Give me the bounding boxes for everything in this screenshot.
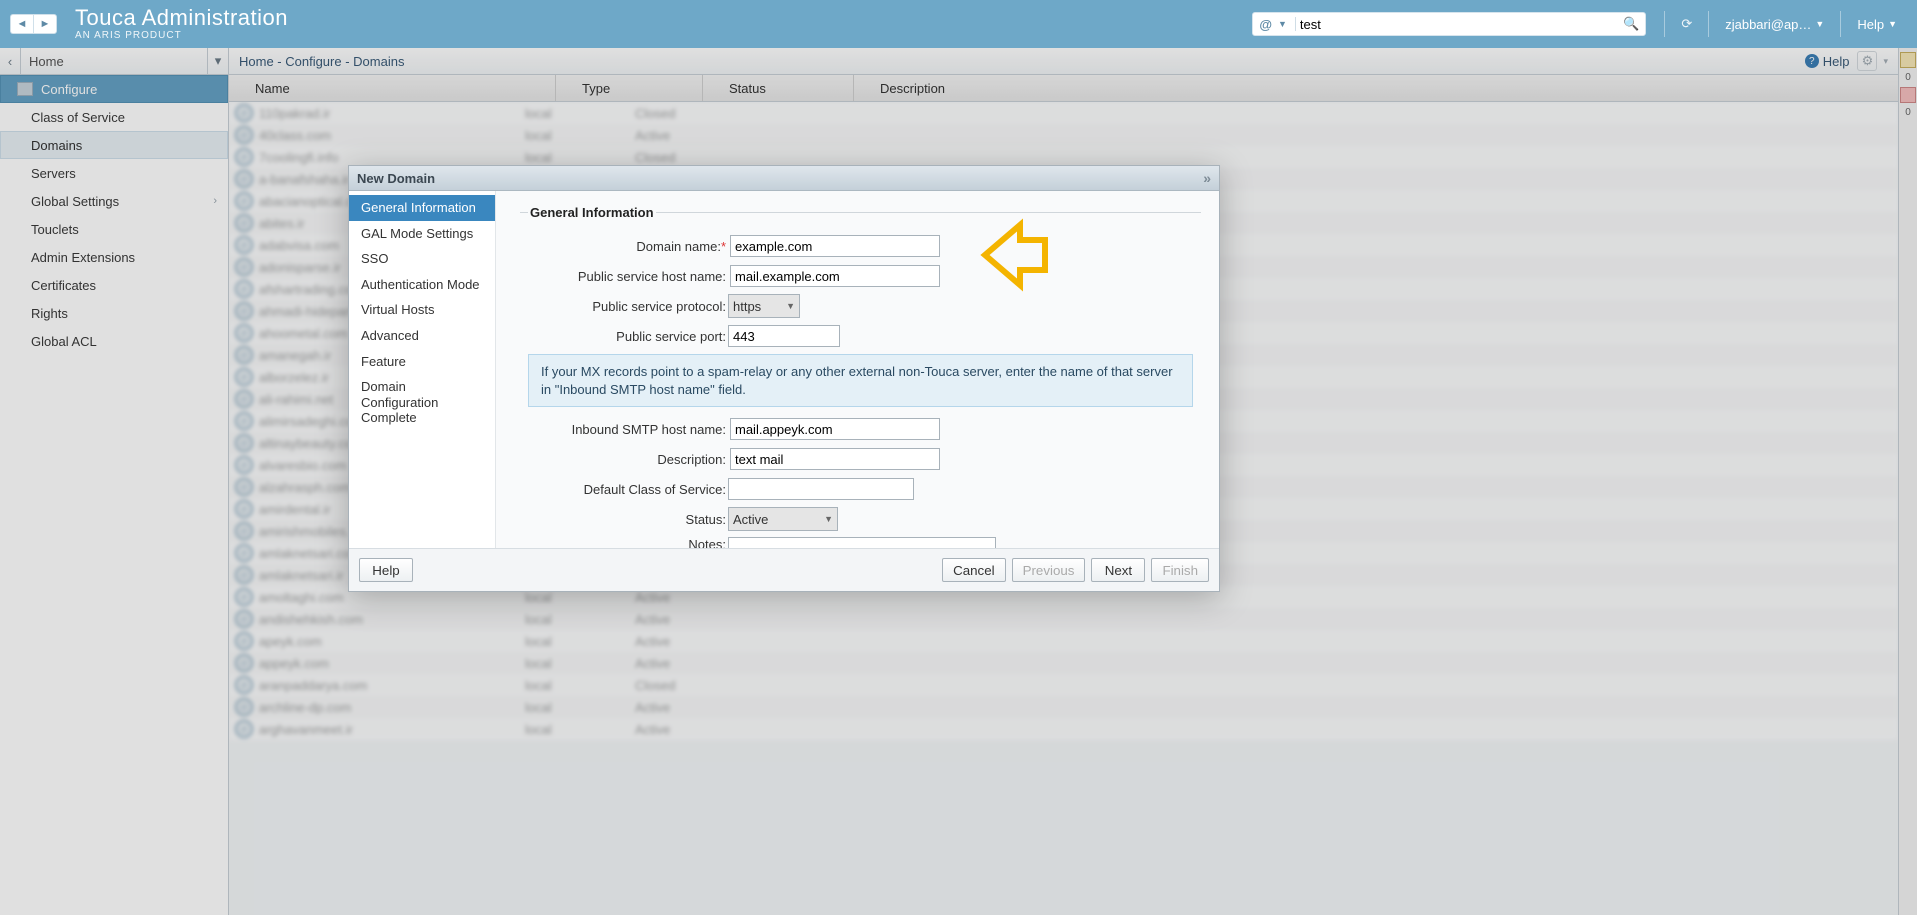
domain-name-input[interactable] <box>730 235 940 257</box>
previous-button: Previous <box>1012 558 1086 582</box>
public-port-input[interactable] <box>728 325 840 347</box>
info-box: If your MX records point to a spam-relay… <box>528 354 1193 407</box>
cos-label: Default Class of Service: <box>528 482 728 497</box>
modal-header: New Domain » <box>349 166 1219 191</box>
section-title: General Information <box>528 205 656 220</box>
chevron-down-icon: ▼ <box>824 514 833 524</box>
modal-collapse-icon[interactable]: » <box>1203 170 1211 186</box>
search-input[interactable] <box>1300 17 1617 32</box>
modal-nav: General InformationGAL Mode SettingsSSOA… <box>349 191 496 548</box>
top-bar: ◄ ► Touca Administration AN ARIS PRODUCT… <box>0 0 1917 48</box>
public-protocol-select[interactable]: https ▼ <box>728 294 800 318</box>
chevron-down-icon: ▼ <box>786 301 795 311</box>
refresh-icon[interactable]: ⟳ <box>1681 16 1692 32</box>
new-domain-modal: New Domain » General InformationGAL Mode… <box>348 165 1220 592</box>
app-title: Touca Administration <box>75 7 288 29</box>
notes-label: Notes: <box>528 537 728 548</box>
brand: Touca Administration AN ARIS PRODUCT <box>75 7 288 41</box>
app-subtitle: AN ARIS PRODUCT <box>75 31 288 41</box>
user-name: zjabbari@ap… <box>1725 17 1811 32</box>
back-button[interactable]: ◄ <box>10 14 33 34</box>
modal-nav-gal-mode-settings[interactable]: GAL Mode Settings <box>349 221 495 247</box>
public-host-label: Public service host name: <box>528 269 728 284</box>
modal-nav-advanced[interactable]: Advanced <box>349 323 495 349</box>
chevron-down-icon: ▼ <box>1815 19 1824 29</box>
general-information-fieldset: General Information Domain name:* Public… <box>520 205 1201 548</box>
public-port-label: Public service port: <box>528 329 728 344</box>
finish-button: Finish <box>1151 558 1209 582</box>
modal-footer: Help Cancel Previous Next Finish <box>349 548 1219 591</box>
help-label: Help <box>1857 17 1884 32</box>
modal-content: General Information Domain name:* Public… <box>496 191 1219 548</box>
smtp-host-input[interactable] <box>730 418 940 440</box>
nav-arrows: ◄ ► <box>10 14 57 34</box>
at-icon: @ <box>1253 17 1278 32</box>
description-label: Description: <box>528 452 728 467</box>
modal-nav-domain-configuration-complete[interactable]: Domain Configuration Complete <box>349 374 495 431</box>
modal-nav-feature[interactable]: Feature <box>349 349 495 375</box>
status-value: Active <box>733 512 768 527</box>
search-icon[interactable]: 🔍 <box>1617 16 1645 32</box>
public-protocol-value: https <box>733 299 761 314</box>
user-menu[interactable]: zjabbari@ap… ▼ <box>1725 17 1824 32</box>
search-scope-dropdown-icon[interactable]: ▼ <box>1278 19 1291 29</box>
description-input[interactable] <box>730 448 940 470</box>
modal-nav-general-information[interactable]: General Information <box>349 195 495 221</box>
public-host-input[interactable] <box>730 265 940 287</box>
cancel-button[interactable]: Cancel <box>942 558 1006 582</box>
modal-nav-sso[interactable]: SSO <box>349 246 495 272</box>
cos-input[interactable] <box>728 478 914 500</box>
modal-title: New Domain <box>357 171 435 186</box>
public-protocol-label: Public service protocol: <box>528 299 728 314</box>
status-label: Status: <box>528 512 728 527</box>
chevron-down-icon: ▼ <box>1888 19 1897 29</box>
notes-textarea[interactable] <box>728 537 996 548</box>
global-search[interactable]: @ ▼ 🔍 <box>1252 12 1646 36</box>
domain-name-label: Domain name:* <box>528 239 728 254</box>
smtp-host-label: Inbound SMTP host name: <box>528 422 728 437</box>
status-select[interactable]: Active ▼ <box>728 507 838 531</box>
modal-nav-authentication-mode[interactable]: Authentication Mode <box>349 272 495 298</box>
help-button[interactable]: Help <box>359 558 413 582</box>
help-menu[interactable]: Help ▼ <box>1857 17 1897 32</box>
modal-nav-virtual-hosts[interactable]: Virtual Hosts <box>349 297 495 323</box>
next-button[interactable]: Next <box>1091 558 1145 582</box>
forward-button[interactable]: ► <box>33 14 57 34</box>
